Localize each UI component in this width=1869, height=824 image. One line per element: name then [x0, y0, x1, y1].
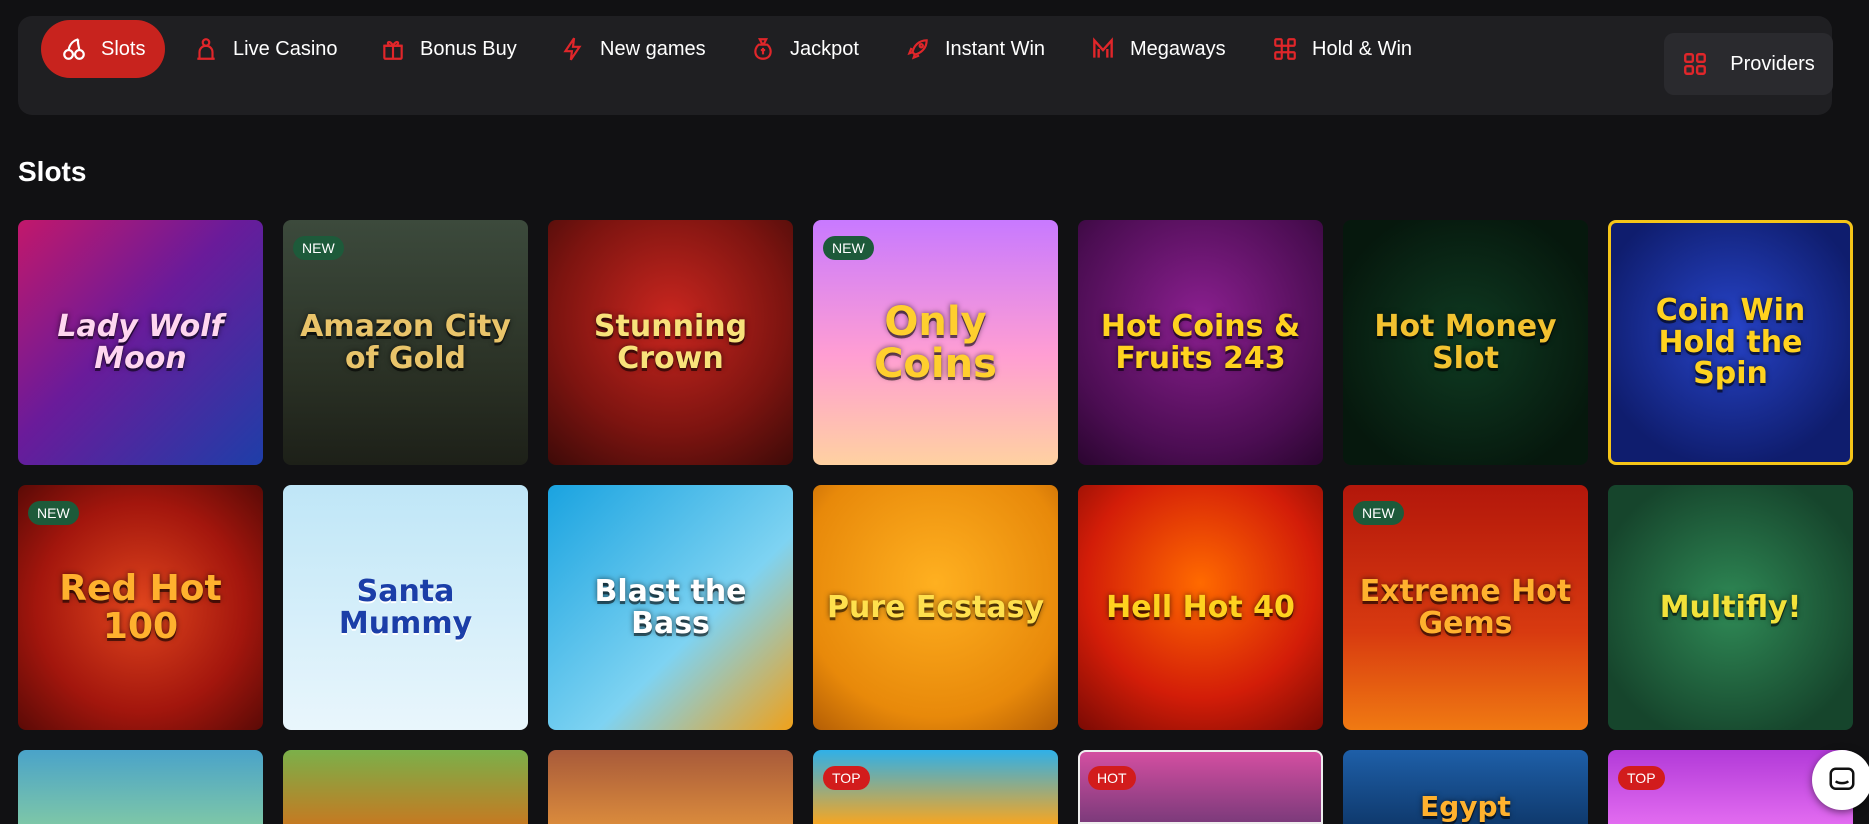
gift-icon — [383, 40, 403, 60]
nav-item-label: Hold & Win — [1312, 37, 1413, 60]
new-badge: NEW — [1353, 501, 1404, 525]
chat-icon — [1829, 767, 1855, 790]
nav-item-label: Bonus Buy — [420, 37, 517, 60]
game-tile[interactable] — [18, 750, 263, 824]
nav-item-bonus-buy[interactable]: Bonus Buy — [380, 20, 517, 78]
game-title: Pure Ecstasy — [826, 589, 1045, 625]
game-tile[interactable]: Pure Ecstasy — [813, 485, 1058, 730]
nav-item-hold-win[interactable]: Hold & Win — [1272, 20, 1412, 78]
game-tile[interactable]: Coin Win Hold the Spin — [1608, 220, 1853, 465]
cherry-icon — [63, 38, 85, 60]
game-tile[interactable]: Egypt — [1343, 750, 1588, 824]
nav-item-live-casino[interactable]: Live Casino — [193, 20, 338, 78]
game-title: Only Coins — [874, 298, 997, 387]
game-title: Santa Mummy — [338, 574, 473, 641]
hot-badge: HOT — [1088, 766, 1136, 790]
section-title: Slots — [18, 156, 87, 187]
providers-label: Providers — [1730, 52, 1815, 75]
game-title: Multifly! — [1659, 589, 1802, 625]
new-badge: NEW — [823, 236, 874, 260]
game-tile[interactable]: Lady Wolf Moon — [18, 220, 263, 465]
game-title: Hot Money Slot — [1374, 309, 1557, 376]
game-tile[interactable] — [283, 750, 528, 824]
game-title: Extreme Hot Gems — [1359, 574, 1572, 641]
new-badge: NEW — [28, 501, 79, 525]
nav-item-label: Jackpot — [790, 37, 859, 60]
nav-item-label: Slots — [101, 37, 146, 60]
game-tile[interactable]: Blast the Bass — [548, 485, 793, 730]
game-tile[interactable] — [548, 750, 793, 824]
top-badge: TOP — [823, 766, 870, 790]
nav-item-instant-win[interactable]: Instant Win — [905, 20, 1045, 78]
game-title: Hell Hot 40 — [1106, 589, 1295, 625]
lightning-icon — [563, 37, 582, 61]
nav-item-jackpot[interactable]: Jackpot — [750, 20, 859, 78]
game-tile[interactable]: NEW Amazon City of Gold — [283, 220, 528, 465]
money-bag-icon — [754, 38, 772, 60]
game-tile[interactable]: HOT — [1078, 750, 1323, 824]
game-tile[interactable]: Hell Hot 40 — [1078, 485, 1323, 730]
game-tile[interactable]: TOP — [813, 750, 1058, 824]
nav-item-label: Live Casino — [233, 37, 338, 60]
rocket-icon — [907, 39, 928, 60]
game-tile[interactable]: Stunning Crown — [548, 220, 793, 465]
game-title: Hot Coins & Fruits 243 — [1100, 309, 1301, 376]
megaways-icon — [1093, 37, 1113, 58]
game-tile[interactable]: Santa Mummy — [283, 485, 528, 730]
game-title: Egypt — [1420, 790, 1511, 824]
game-tile[interactable]: NEW Only Coins — [813, 220, 1058, 465]
game-title: Lady Wolf Moon — [57, 309, 224, 376]
nav-item-label: Instant Win — [945, 37, 1046, 60]
game-title: Coin Win Hold the Spin — [1655, 293, 1806, 392]
dealer-icon — [197, 38, 215, 60]
game-tile[interactable]: Hot Money Slot — [1343, 220, 1588, 465]
game-tile[interactable]: Multifly! — [1608, 485, 1853, 730]
nav-item-label: New games — [600, 37, 706, 60]
nav-item-new-games[interactable]: New games — [560, 20, 706, 78]
nav-item-megaways[interactable]: Megaways — [1090, 20, 1226, 78]
chat-button[interactable] — [1812, 750, 1869, 810]
game-title: Stunning Crown — [593, 309, 748, 376]
nav-item-slots[interactable]: Slots — [41, 20, 166, 78]
new-badge: NEW — [293, 236, 344, 260]
providers-button[interactable]: Providers — [1664, 33, 1833, 95]
game-title: Amazon City of Gold — [300, 309, 511, 376]
grid-icon — [1684, 53, 1707, 75]
nav-item-label: Megaways — [1130, 37, 1226, 60]
game-title: Blast the Bass — [594, 574, 747, 641]
hold-win-icon — [1274, 38, 1296, 60]
game-tile[interactable]: Hot Coins & Fruits 243 — [1078, 220, 1323, 465]
game-tile[interactable]: NEW Extreme Hot Gems — [1343, 485, 1588, 730]
game-title: Red Hot 100 — [59, 567, 222, 647]
game-tile[interactable]: NEW Red Hot 100 — [18, 485, 263, 730]
top-badge: TOP — [1618, 766, 1665, 790]
